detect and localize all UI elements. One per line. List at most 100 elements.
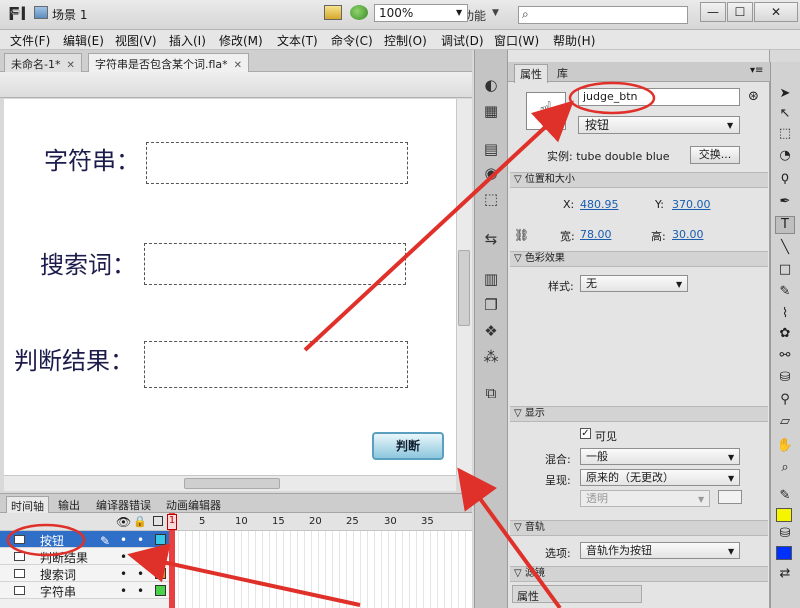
- minimize-button[interactable]: —: [700, 2, 726, 22]
- chevron-down-icon[interactable]: ▼: [676, 280, 682, 289]
- chevron-down-icon[interactable]: ▼: [728, 547, 734, 556]
- hand-tool-icon[interactable]: ✋: [775, 438, 795, 456]
- 3d-rotation-tool-icon[interactable]: ◔: [775, 148, 795, 166]
- visibility-dot[interactable]: •: [120, 550, 127, 564]
- section-color-effect[interactable]: ▽ 色彩效果: [510, 251, 768, 267]
- visibility-dot[interactable]: •: [120, 533, 127, 547]
- lock-dot[interactable]: •: [137, 533, 144, 547]
- layer-color-swatch[interactable]: [155, 568, 166, 579]
- chevron-down-icon[interactable]: ▼: [728, 474, 734, 483]
- section-track[interactable]: ▽ 音轨: [510, 520, 768, 536]
- menu-debug[interactable]: 调试(D): [441, 32, 484, 49]
- actions-icon[interactable]: ❐: [480, 296, 502, 316]
- judge-button-instance[interactable]: 判断: [372, 432, 444, 460]
- help-icon[interactable]: ⊛: [748, 89, 759, 104]
- paint-bucket-tool-icon[interactable]: ⛁: [775, 370, 795, 388]
- layer-color-swatch[interactable]: [155, 534, 166, 545]
- pencil-tool-icon[interactable]: ✎: [775, 284, 795, 302]
- lasso-tool-icon[interactable]: ϙ: [775, 170, 795, 188]
- width-value[interactable]: 78.00: [580, 228, 612, 241]
- line-tool-icon[interactable]: ╲: [775, 240, 795, 258]
- track-option-select[interactable]: 音轨作为按钮: [580, 542, 740, 559]
- edit-scene-icon[interactable]: [350, 5, 368, 20]
- layer-result[interactable]: 判断结果 • •: [0, 548, 172, 565]
- height-value[interactable]: 30.00: [672, 228, 704, 241]
- layer-button[interactable]: 按钮 • •: [0, 531, 172, 548]
- visibility-dot[interactable]: •: [120, 567, 127, 581]
- chevron-down-icon[interactable]: ▼: [492, 8, 499, 18]
- zoom-select[interactable]: 100%: [374, 4, 468, 22]
- panel-menu-icon[interactable]: ▾≡: [750, 65, 763, 76]
- swap-colors-icon[interactable]: ⇄: [775, 566, 795, 584]
- visibility-dot[interactable]: •: [120, 584, 127, 598]
- swap-button[interactable]: 交换...: [690, 146, 740, 164]
- transform-icon[interactable]: ⬚: [480, 190, 502, 210]
- back-arrow-icon[interactable]: ⇦: [10, 5, 21, 20]
- search-word-input-field[interactable]: [144, 243, 406, 285]
- instance-name-input[interactable]: judge_btn: [578, 88, 740, 106]
- info-icon[interactable]: ◉: [480, 164, 502, 184]
- screens-icon[interactable]: ⧉: [480, 384, 502, 404]
- free-transform-tool-icon[interactable]: ⬚: [775, 126, 795, 144]
- brush-tool-icon[interactable]: ⌇: [775, 306, 795, 324]
- menu-commands[interactable]: 命令(C): [331, 32, 373, 49]
- eraser-tool-icon[interactable]: ▱: [775, 414, 795, 432]
- align-icon[interactable]: ▤: [480, 140, 502, 160]
- doc-tab-fla[interactable]: 字符串是否包含某个词.fla* ✕: [88, 53, 250, 72]
- pen-tool-icon[interactable]: ✒: [775, 194, 795, 212]
- chevron-down-icon[interactable]: ▼: [456, 8, 462, 17]
- lock-dot[interactable]: •: [137, 567, 144, 581]
- chevron-down-icon[interactable]: ▼: [728, 453, 734, 462]
- help-search-input[interactable]: [518, 6, 688, 24]
- section-position-size[interactable]: ▽ 位置和大小: [510, 172, 768, 188]
- layer-color-swatch[interactable]: [155, 551, 166, 562]
- menu-insert[interactable]: 插入(I): [169, 32, 206, 49]
- rectangle-tool-icon[interactable]: □: [775, 262, 795, 280]
- menu-edit[interactable]: 编辑(E): [63, 32, 104, 49]
- lock-dot[interactable]: •: [137, 584, 144, 598]
- layer-color-swatch[interactable]: [155, 585, 166, 596]
- close-icon[interactable]: ✕: [234, 60, 242, 71]
- menu-file[interactable]: 文件(F): [10, 32, 50, 49]
- menu-modify[interactable]: 修改(M): [219, 32, 263, 49]
- close-button[interactable]: ✕: [754, 2, 798, 22]
- style-select[interactable]: 无: [580, 275, 688, 292]
- zoom-tool-icon[interactable]: ⌕: [775, 460, 795, 478]
- render-select[interactable]: 原来的（无更改）: [580, 469, 740, 486]
- fill-color-swatch[interactable]: [776, 546, 792, 560]
- tab-motion-editor[interactable]: 动画编辑器: [162, 496, 225, 514]
- code-snippets-icon[interactable]: ⇆: [480, 230, 502, 250]
- tab-library[interactable]: 库: [552, 64, 573, 82]
- deco-tool-icon[interactable]: ✿: [775, 326, 795, 344]
- stage[interactable]: 字符串： 搜索词： 判断结果：: [4, 99, 456, 475]
- x-value[interactable]: 480.95: [580, 198, 619, 211]
- doc-tab-untitled[interactable]: 未命名-1* ✕: [4, 53, 82, 72]
- library-icon[interactable]: ▥: [480, 270, 502, 290]
- menu-control[interactable]: 控制(O): [384, 32, 427, 49]
- stroke-color-swatch[interactable]: [776, 508, 792, 522]
- scene-label[interactable]: 场景 1: [52, 6, 87, 23]
- layer-search-word[interactable]: 搜索词 • •: [0, 565, 172, 582]
- string-input-field[interactable]: [146, 142, 408, 184]
- edit-symbols-icon[interactable]: [324, 5, 342, 20]
- layer-string[interactable]: 字符串 • •: [0, 582, 172, 599]
- y-value[interactable]: 370.00: [672, 198, 711, 211]
- blend-select[interactable]: 一般: [580, 448, 740, 465]
- close-icon[interactable]: ✕: [66, 60, 74, 71]
- section-filter[interactable]: ▽ 滤镜: [510, 566, 768, 582]
- symbol-type-select[interactable]: 按钮: [578, 116, 740, 134]
- menu-window[interactable]: 窗口(W): [494, 32, 539, 49]
- playhead-handle[interactable]: 1: [167, 514, 177, 530]
- subselection-tool-icon[interactable]: ↖: [775, 106, 795, 124]
- eyedropper-tool-icon[interactable]: ⚲: [775, 392, 795, 410]
- chevron-down-icon[interactable]: ▼: [727, 121, 733, 130]
- menu-text[interactable]: 文本(T): [277, 32, 318, 49]
- outline-icon[interactable]: [153, 516, 163, 526]
- menu-view[interactable]: 视图(V): [115, 32, 157, 49]
- components-icon[interactable]: ❖: [480, 322, 502, 342]
- lock-icon[interactable]: 🔒: [133, 515, 147, 528]
- tab-properties[interactable]: 属性: [514, 64, 548, 83]
- menu-help[interactable]: 帮助(H): [553, 32, 595, 49]
- selection-tool-icon[interactable]: ➤: [775, 86, 795, 104]
- section-display[interactable]: ▽ 显示: [510, 406, 768, 422]
